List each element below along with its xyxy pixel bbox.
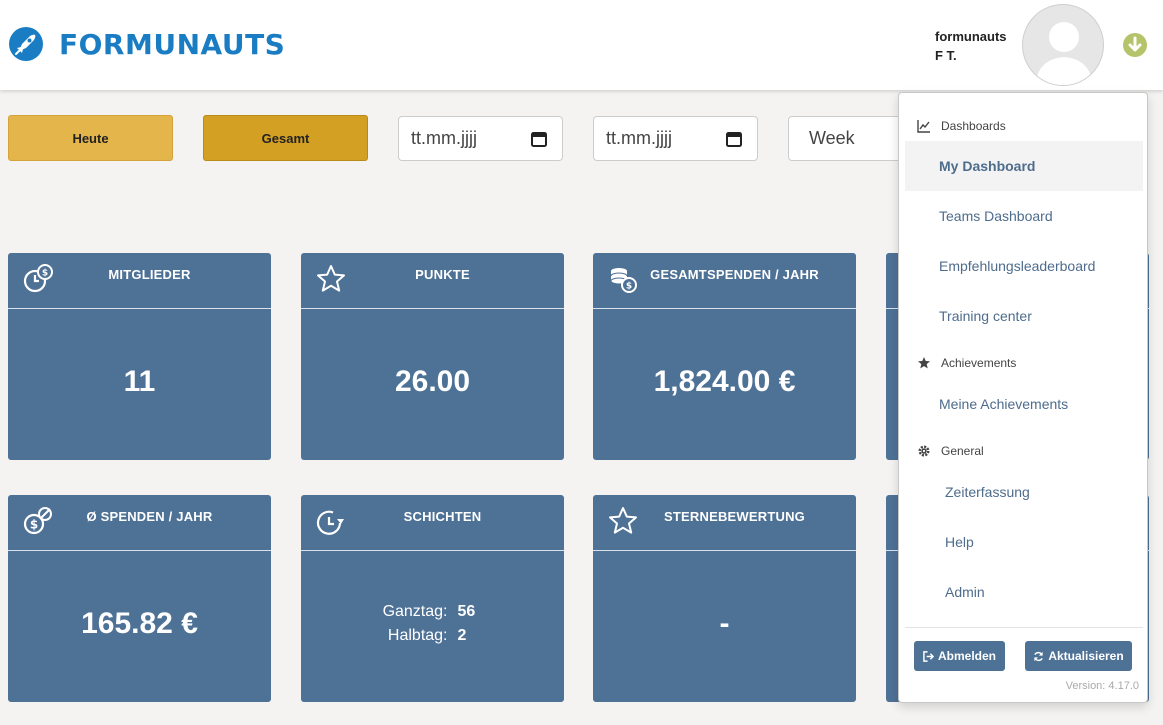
- card-header: PUNKTE: [301, 253, 564, 309]
- card-value: 11: [123, 365, 156, 398]
- date-from-input[interactable]: tt.mm.jjjj: [398, 116, 563, 161]
- section-dashboards: Dashboards: [917, 119, 1006, 133]
- halbtag-value: 2: [457, 627, 467, 644]
- card-value: 26.00: [394, 365, 471, 398]
- card-title: STERNEBEWERTUNG: [664, 509, 805, 524]
- card-title: GESAMTSPENDEN / JAHR: [650, 267, 819, 282]
- user-name: formunauts: [935, 29, 1007, 44]
- sign-out-icon: [923, 650, 934, 662]
- date-from-placeholder: tt.mm.jjjj: [411, 128, 477, 148]
- date-to-input[interactable]: tt.mm.jjjj: [593, 116, 758, 161]
- ganztag-label: Ganztag:: [382, 603, 448, 620]
- avatar[interactable]: [1022, 4, 1104, 86]
- abmelden-button[interactable]: Abmelden: [914, 641, 1005, 671]
- user-dropdown-menu: Dashboards My Dashboard Teams Dashboard …: [898, 92, 1148, 703]
- card-punkte: PUNKTE 26.00: [301, 253, 564, 460]
- header: FORMUNAUTS formunauts F T.: [0, 0, 1163, 90]
- menu-item-help[interactable]: Help: [905, 517, 1143, 567]
- section-label: General: [941, 444, 984, 458]
- card-title: MITGLIEDER: [108, 267, 191, 282]
- card-header: $ MITGLIEDER: [8, 253, 271, 309]
- abmelden-label: Abmelden: [937, 649, 996, 663]
- card-title: Ø SPENDEN / JAHR: [86, 509, 213, 524]
- logo[interactable]: FORMUNAUTS: [8, 26, 285, 62]
- shift-lines: Ganztag: 56 Halbtag: 2: [301, 603, 564, 651]
- menu-item-teams-dashboard[interactable]: Teams Dashboard: [905, 191, 1143, 241]
- card-value: -: [719, 607, 730, 640]
- section-label: Dashboards: [941, 119, 1006, 133]
- user-info: formunauts F T.: [935, 27, 1007, 65]
- section-achievements: Achievements: [917, 356, 1016, 370]
- section-label: Achievements: [941, 356, 1017, 370]
- card-header: SCHICHTEN: [301, 495, 564, 551]
- user-silhouette-icon: [1035, 22, 1093, 85]
- svg-text:$: $: [626, 282, 632, 292]
- logo-text: FORMUNAUTS: [59, 27, 286, 61]
- card-header: STERNEBEWERTUNG: [593, 495, 856, 551]
- version-text: Version: 4.17.0: [1065, 680, 1139, 692]
- card-value: 1,824.00 €: [653, 365, 796, 398]
- menu-item-zeiterfassung[interactable]: Zeiterfassung: [905, 467, 1143, 517]
- ganztag-value: 56: [457, 603, 476, 620]
- card-title: SCHICHTEN: [403, 509, 482, 524]
- card-value: 165.82 €: [81, 607, 198, 640]
- arrow-down-circle-icon[interactable]: [1122, 32, 1148, 58]
- user-initials: F T.: [935, 48, 957, 63]
- card-spenden-avg: $ Ø SPENDEN / JAHR 165.82 €: [8, 495, 271, 702]
- calendar-icon[interactable]: [530, 130, 548, 148]
- aktualisieren-label: Aktualisieren: [1048, 649, 1124, 663]
- card-header: $ Ø SPENDEN / JAHR: [8, 495, 271, 551]
- menu-item-my-dashboard[interactable]: My Dashboard: [905, 141, 1143, 191]
- section-general: General: [917, 444, 984, 458]
- card-header: $ GESAMTSPENDEN / JAHR: [593, 253, 856, 309]
- gear-icon: [918, 445, 930, 457]
- calendar-icon[interactable]: [725, 130, 743, 148]
- heute-button[interactable]: Heute: [8, 115, 173, 161]
- card-schichten: SCHICHTEN Ganztag: 56 Halbtag: 2: [301, 495, 564, 702]
- aktualisieren-button[interactable]: Aktualisieren: [1025, 641, 1132, 671]
- date-to-placeholder: tt.mm.jjjj: [606, 128, 672, 148]
- star-icon: [918, 357, 930, 369]
- menu-item-admin[interactable]: Admin: [905, 567, 1143, 617]
- menu-item-meine-achievements[interactable]: Meine Achievements: [905, 379, 1143, 429]
- menu-divider: [905, 627, 1143, 628]
- halbtag-label: Halbtag:: [387, 627, 448, 644]
- card-gesamtspenden: $ GESAMTSPENDEN / JAHR 1,824.00 €: [593, 253, 856, 460]
- shift-row-halbtag: Halbtag: 2: [301, 627, 564, 651]
- card-title: PUNKTE: [415, 267, 470, 282]
- period-select-value: Week: [809, 128, 855, 148]
- shift-row-ganztag: Ganztag: 56: [301, 603, 564, 627]
- gesamt-button[interactable]: Gesamt: [203, 115, 368, 161]
- refresh-icon: [1034, 651, 1044, 661]
- rocket-logo-icon: [9, 27, 43, 61]
- card-mitglieder: $ MITGLIEDER 11: [8, 253, 271, 460]
- card-sternebewertung: STERNEBEWERTUNG -: [593, 495, 856, 702]
- menu-item-training-center[interactable]: Training center: [905, 291, 1143, 341]
- menu-item-empfehlungsleaderboard[interactable]: Empfehlungsleaderboard: [905, 241, 1143, 291]
- line-chart-icon: [917, 120, 930, 133]
